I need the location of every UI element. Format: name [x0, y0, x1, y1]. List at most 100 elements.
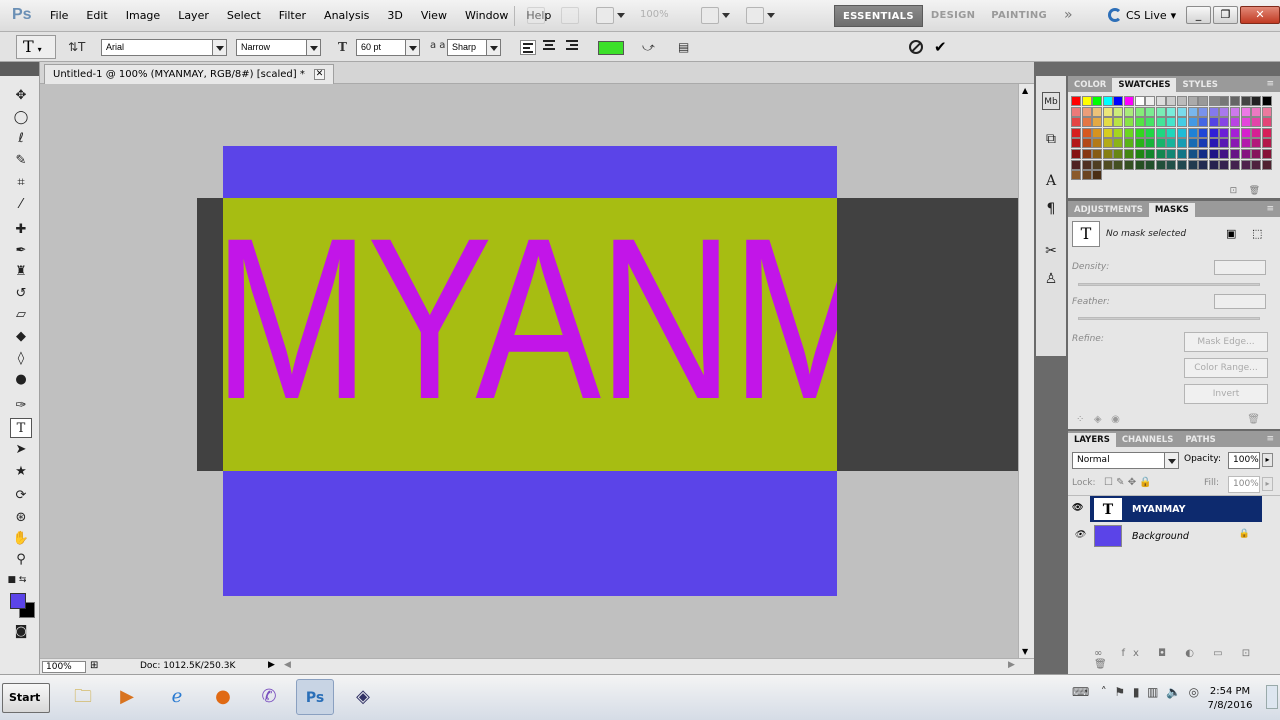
color-swatch[interactable] — [1124, 138, 1134, 149]
restore-button[interactable]: ❐ — [1213, 6, 1238, 24]
history-icon[interactable]: ⧉ — [1042, 130, 1060, 148]
layer-row-background[interactable]: 👁 Background 🔒 — [1070, 523, 1262, 549]
color-swatch[interactable] — [1219, 117, 1230, 128]
color-swatch[interactable] — [1261, 96, 1272, 106]
color-swatch[interactable] — [1071, 149, 1081, 159]
color-swatch[interactable] — [1230, 138, 1240, 149]
internet-explorer-icon[interactable]: ℯ — [158, 679, 196, 715]
color-swatch[interactable] — [1092, 170, 1103, 181]
clone-stamp-tool-icon[interactable]: ♜ — [10, 262, 32, 282]
mask-footer-icons[interactable]: ⁘ ◈ ◉ — [1076, 414, 1120, 425]
bridge-icon[interactable] — [527, 7, 545, 24]
add-pixel-mask-icon[interactable]: ▣ — [1226, 227, 1236, 240]
blur-tool-icon[interactable]: ◊ — [10, 349, 32, 369]
color-swatch[interactable] — [1208, 138, 1219, 149]
arrange-documents-icon[interactable] — [701, 7, 719, 24]
color-swatch[interactable] — [1240, 117, 1251, 128]
color-swatch[interactable] — [1208, 117, 1219, 128]
menu-image[interactable]: Image — [126, 9, 160, 22]
color-swatch[interactable] — [1081, 106, 1092, 117]
tab-color[interactable]: COLOR — [1068, 78, 1112, 92]
color-swatch[interactable] — [1230, 106, 1240, 117]
font-style-field[interactable]: Narrow — [236, 39, 308, 56]
text-color-swatch[interactable] — [598, 41, 624, 55]
layer-name[interactable]: Background — [1132, 531, 1189, 542]
color-swatch[interactable] — [1113, 117, 1124, 128]
tab-paths[interactable]: PATHS — [1179, 433, 1221, 447]
color-swatch[interactable] — [1134, 106, 1145, 117]
color-swatch[interactable] — [1261, 138, 1272, 149]
color-swatch[interactable] — [1208, 106, 1219, 117]
photoshop-taskbar-icon[interactable]: Ps — [296, 679, 334, 715]
eye-icon[interactable]: 👁 — [1074, 531, 1086, 540]
color-swatch[interactable] — [1230, 96, 1240, 106]
color-swatch[interactable] — [1261, 127, 1272, 138]
color-swatch[interactable] — [1177, 96, 1187, 106]
color-swatch[interactable] — [1219, 138, 1230, 149]
eyedropper-tool-icon[interactable]: ⁄ — [10, 195, 32, 215]
color-swatch[interactable] — [1230, 127, 1240, 138]
color-swatch[interactable] — [1145, 138, 1156, 149]
color-swatch[interactable] — [1155, 106, 1166, 117]
view-extras-icon[interactable] — [596, 7, 614, 24]
color-swatch[interactable] — [1081, 96, 1092, 106]
color-swatch[interactable] — [1124, 127, 1134, 138]
color-swatch[interactable] — [1145, 149, 1156, 159]
lock-icons[interactable]: ☐ ✎ ✥ 🔒 — [1104, 477, 1152, 488]
toolbox-header[interactable] — [0, 62, 39, 76]
color-swatch[interactable] — [1166, 106, 1177, 117]
color-swatch[interactable] — [1198, 159, 1209, 170]
color-swatch[interactable] — [1113, 159, 1124, 170]
eraser-tool-icon[interactable]: ▱ — [10, 305, 32, 325]
color-swatch[interactable] — [1155, 138, 1166, 149]
color-swatch[interactable] — [1071, 159, 1081, 170]
color-swatch[interactable] — [1134, 159, 1145, 170]
canvas-text[interactable]: MYANM — [223, 204, 837, 434]
color-swatch[interactable] — [1219, 127, 1230, 138]
mini-bridge-icon[interactable]: Mb — [1042, 92, 1060, 110]
color-swatch[interactable] — [1092, 106, 1103, 117]
color-swatch[interactable] — [1124, 159, 1134, 170]
color-swatch[interactable] — [1102, 159, 1113, 170]
mask-edge-button[interactable]: Mask Edge... — [1184, 332, 1268, 352]
media-player-icon[interactable]: ▶ — [108, 679, 146, 715]
color-swatch[interactable] — [1208, 96, 1219, 106]
color-swatch[interactable] — [1092, 127, 1103, 138]
chevron-down-icon[interactable] — [767, 13, 775, 18]
font-family-dropdown[interactable] — [212, 39, 227, 56]
color-swatch[interactable] — [1155, 149, 1166, 159]
color-swatch[interactable] — [1251, 138, 1262, 149]
tab-layers[interactable]: LAYERS — [1068, 433, 1116, 447]
color-swatch[interactable] — [1134, 149, 1145, 159]
firefox-icon[interactable]: ● — [204, 679, 242, 715]
color-swatch[interactable] — [1177, 149, 1187, 159]
color-swatch[interactable] — [1177, 106, 1187, 117]
color-swatch[interactable] — [1124, 117, 1134, 128]
color-swatch[interactable] — [1092, 96, 1103, 106]
color-swatch[interactable] — [1187, 96, 1198, 106]
scroll-left-icon[interactable]: ◀ — [284, 660, 291, 670]
color-swatch[interactable] — [1208, 159, 1219, 170]
layer-name[interactable]: MYANMAY — [1132, 504, 1186, 515]
color-swatch[interactable] — [1240, 106, 1251, 117]
density-field[interactable] — [1214, 260, 1266, 275]
color-swatch[interactable] — [1240, 96, 1251, 106]
fill-field[interactable]: 100% — [1228, 476, 1260, 493]
tool-preset-picker[interactable]: T ▾ — [16, 35, 56, 59]
add-vector-mask-icon[interactable]: ⬚ — [1252, 227, 1262, 240]
color-swatch[interactable] — [1145, 96, 1156, 106]
color-swatch[interactable] — [1102, 96, 1113, 106]
color-swatch[interactable] — [1071, 106, 1081, 117]
zoom-level[interactable]: 100% — [640, 9, 669, 20]
keyboard-icon[interactable]: ⌨ — [1072, 685, 1089, 699]
character-panel-icon[interactable]: ▤ — [678, 40, 689, 54]
color-swatch[interactable] — [1145, 159, 1156, 170]
show-hidden-icons-icon[interactable]: ˄ — [1101, 685, 1107, 699]
color-swatch[interactable] — [1166, 96, 1177, 106]
chevron-down-icon[interactable] — [617, 13, 625, 18]
antialias-field[interactable]: Sharp — [447, 39, 487, 56]
mini-bridge-icon[interactable] — [561, 7, 579, 24]
history-brush-tool-icon[interactable]: ↺ — [10, 284, 32, 304]
canvas-area[interactable]: MYANM — [40, 84, 1018, 658]
color-swatch[interactable] — [1145, 106, 1156, 117]
